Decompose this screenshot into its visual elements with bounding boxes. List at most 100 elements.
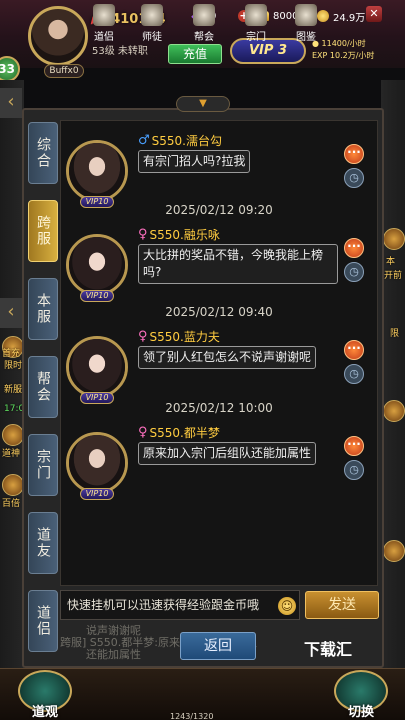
tab-partner-label: 道侣 xyxy=(35,605,51,637)
hundred-times-icon[interactable] xyxy=(2,474,24,496)
sender-name[interactable]: ♀ S550.都半梦 xyxy=(138,424,220,441)
tab-this-server-label: 本服 xyxy=(35,293,51,325)
female-icon: ♀ xyxy=(138,227,148,242)
sender-avatar[interactable] xyxy=(66,336,128,398)
exp-label: EXP xyxy=(312,51,328,60)
nav-partner-label: 道侣 xyxy=(94,32,114,43)
female-icon: ♀ xyxy=(138,329,148,344)
more-options-icon[interactable]: ··· xyxy=(344,144,364,164)
mentor-icon xyxy=(141,4,163,26)
codex-icon xyxy=(295,4,317,26)
sender-avatar[interactable] xyxy=(66,234,128,296)
more-options-icon[interactable]: ··· xyxy=(344,238,364,258)
timestamp: 2025/02/12 09:40 xyxy=(165,305,273,319)
chat-message: VIP10 ♀ S550.融乐咏 大比拼的奖品不错，今晚我能上榜吗? ··· ◷ xyxy=(66,226,366,310)
tab-cross-server[interactable]: 跨服 xyxy=(28,200,58,262)
exp-progress-text: 1243/1320 xyxy=(170,712,214,720)
sender-name-text: S550.都半梦 xyxy=(149,426,220,440)
right-jar-icon[interactable] xyxy=(383,540,405,562)
tab-sect[interactable]: 宗门 xyxy=(28,434,58,496)
player-avatar[interactable] xyxy=(28,6,88,66)
sender-name[interactable]: ♂ S550.濡台勾 xyxy=(138,132,222,149)
nav-codex[interactable]: 图鉴 xyxy=(288,4,324,43)
side-label-left-5: 百倍 xyxy=(2,499,21,509)
nav-guild[interactable]: 帮会 xyxy=(186,4,222,43)
female-icon: ♀ xyxy=(138,425,148,440)
side-label-left-1: 限时 xyxy=(4,361,23,371)
sender-name-text: S550.蓝力夫 xyxy=(149,330,220,344)
send-button[interactable]: 发送 xyxy=(305,591,379,619)
ghost-chat-line: 还能加属性 xyxy=(86,648,141,661)
nav-sect-label: 宗门 xyxy=(246,32,266,43)
nav-mentor[interactable]: 师徒 xyxy=(134,4,170,43)
voice-icon[interactable]: ◷ xyxy=(344,262,364,282)
nav-daoguan-label: 道观 xyxy=(31,705,58,720)
chat-message: VIP10 ♀ S550.蓝力夫 领了别人红包怎么不说声谢谢呢 ··· ◷ xyxy=(66,328,366,412)
tab-friends[interactable]: 道友 xyxy=(28,512,58,574)
nav-partner[interactable]: 道侣 xyxy=(86,4,122,43)
tab-this-server[interactable]: 本服 xyxy=(28,278,58,340)
vip-badge-small: VIP10 xyxy=(80,290,114,302)
watermark-text: 下载汇 xyxy=(304,640,353,659)
side-label-left-4: 道神 xyxy=(2,449,21,459)
voice-icon[interactable]: ◷ xyxy=(344,460,364,480)
rate-exp: EXP 10.2万/小时 xyxy=(312,50,374,62)
tab-friends-label: 道友 xyxy=(35,527,51,559)
nav-switch[interactable]: 切换 xyxy=(334,670,388,720)
nav-mentor-label: 师徒 xyxy=(142,32,162,43)
tab-partner[interactable]: 道侣 xyxy=(28,590,58,652)
collapse-left-icon[interactable]: ‹ xyxy=(0,88,22,118)
timestamp: 2025/02/12 09:20 xyxy=(165,203,273,217)
sect-icon xyxy=(245,4,267,26)
side-label-right-0: 本 xyxy=(386,257,396,267)
tab-guild[interactable]: 帮会 xyxy=(28,356,58,418)
recharge-button[interactable]: 充值 xyxy=(168,44,222,64)
chat-message: VIP10 ♀ S550.都半梦 原来加入宗门后组队还能加属性 ··· ◷ xyxy=(66,424,366,508)
nav-switch-label: 切换 xyxy=(347,705,374,720)
sender-name[interactable]: ♀ S550.蓝力夫 xyxy=(138,328,220,345)
left-game-backdrop xyxy=(0,80,24,680)
left-level-badge[interactable]: 33 xyxy=(0,56,20,82)
voice-icon[interactable]: ◷ xyxy=(344,364,364,384)
partner-icon xyxy=(93,4,115,26)
side-label-right-1: 开前 xyxy=(384,271,403,281)
message-bubble: 领了别人红包怎么不说声谢谢呢 xyxy=(138,346,317,369)
chat-input[interactable]: 快速挂机可以迅速获得经验跟金币哦 xyxy=(60,590,300,620)
right-event-icon[interactable] xyxy=(383,228,405,250)
sender-name-text: S550.濡台勾 xyxy=(151,134,222,148)
nav-guild-label: 帮会 xyxy=(194,32,214,43)
right-game-backdrop xyxy=(381,80,405,680)
tab-sect-label: 宗门 xyxy=(35,449,51,481)
side-label-right-2: 限 xyxy=(390,329,400,339)
voice-icon[interactable]: ◷ xyxy=(344,168,364,188)
sender-name[interactable]: ♀ S550.融乐咏 xyxy=(138,226,220,243)
dao-god-icon[interactable] xyxy=(2,424,24,446)
message-bubble: 原来加入宗门后组队还能加属性 xyxy=(138,442,317,465)
more-options-icon[interactable]: ··· xyxy=(344,340,364,360)
timestamp: 2025/02/12 10:00 xyxy=(165,401,273,415)
emoji-icon[interactable]: ☺ xyxy=(278,597,296,615)
male-icon: ♂ xyxy=(138,133,150,148)
nav-codex-label: 图鉴 xyxy=(296,32,316,43)
tab-cross-server-label: 跨服 xyxy=(35,215,51,247)
sender-avatar[interactable] xyxy=(66,140,128,202)
nav-daoguan[interactable]: 道观 xyxy=(18,670,72,720)
collapse-panel-icon[interactable]: ▼ xyxy=(176,96,230,112)
sender-avatar[interactable] xyxy=(66,432,128,494)
sender-name-text: S550.融乐咏 xyxy=(149,228,220,242)
more-options-icon[interactable]: ··· xyxy=(344,436,364,456)
right-gift-icon[interactable] xyxy=(383,400,405,422)
back-button[interactable]: 返回 xyxy=(180,632,256,660)
collapse-left-icon-2[interactable]: ‹ xyxy=(0,298,22,328)
buff-label[interactable]: Buffx0 xyxy=(44,64,84,78)
rate-exp-value: 10.2万/小时 xyxy=(329,51,375,60)
close-icon[interactable]: ✕ xyxy=(366,6,382,22)
message-bubble: 大比拼的奖品不错，今晚我能上榜吗? xyxy=(138,244,338,284)
side-label-left-2: 新服 xyxy=(4,385,23,395)
nav-sect[interactable]: 宗门 xyxy=(238,4,274,43)
tab-comprehensive-label: 综合 xyxy=(35,137,51,169)
tab-comprehensive[interactable]: 综合 xyxy=(28,122,58,184)
coin-value: 24.9万 xyxy=(333,12,366,24)
rate-coin-value: 11400/小时 xyxy=(321,39,366,48)
vip-badge-small: VIP10 xyxy=(80,488,114,500)
